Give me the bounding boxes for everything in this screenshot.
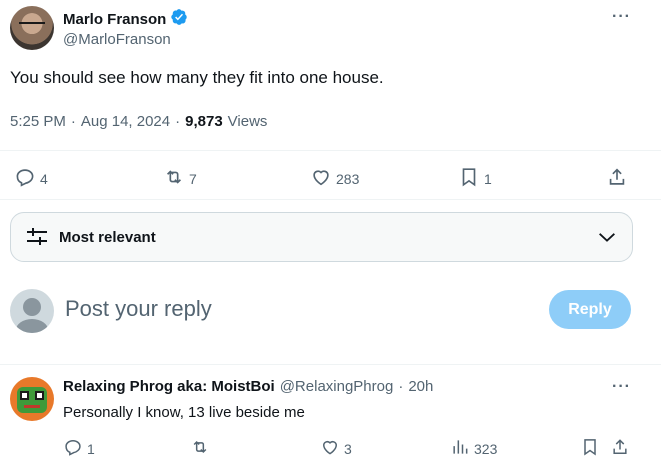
like-count: 283 — [336, 170, 360, 187]
reply-repost-action[interactable] — [190, 437, 214, 460]
reply-views-count: 323 — [474, 440, 498, 457]
reply-text: Personally I know, 13 live beside me — [63, 404, 305, 421]
meta-separator: · — [398, 378, 404, 395]
more-options-icon[interactable]: ··· — [612, 8, 631, 26]
bookmark-icon — [458, 166, 480, 191]
share-action[interactable] — [606, 166, 628, 191]
verified-badge-icon — [170, 8, 188, 31]
divider — [0, 150, 661, 151]
tweet-time[interactable]: 5:25 PM — [10, 113, 66, 130]
reply-button[interactable]: Reply — [549, 290, 631, 329]
sort-dropdown[interactable]: Most relevant — [10, 212, 633, 262]
reply-reply-action[interactable]: 1 — [63, 437, 95, 460]
repost-icon — [190, 437, 210, 460]
tweet-date[interactable]: Aug 14, 2024 — [81, 113, 170, 130]
tweet-text: You should see how many they fit into on… — [10, 68, 384, 87]
like-action[interactable]: 283 — [310, 166, 359, 191]
reply-like-count: 3 — [344, 440, 352, 457]
reply-views-action[interactable]: 323 — [450, 437, 497, 460]
bookmark-action[interactable]: 1 — [458, 166, 492, 191]
reply-header: Relaxing Phrog aka: MoistBoi @RelaxingPh… — [63, 378, 433, 395]
user-avatar — [10, 289, 54, 333]
avatar-glasses — [19, 22, 45, 29]
reply-age[interactable]: 20h — [408, 378, 433, 395]
author-handle[interactable]: @MarloFranson — [63, 31, 171, 48]
reply-icon — [63, 437, 83, 460]
author-name[interactable]: Marlo Franson — [63, 11, 166, 28]
bookmark-count: 1 — [484, 170, 492, 187]
reply-author-avatar[interactable] — [10, 377, 54, 421]
meta-separator: · — [70, 113, 76, 130]
reply-bookmark-action[interactable] — [580, 437, 600, 460]
meta-separator: · — [175, 113, 181, 130]
reply-action[interactable]: 4 — [14, 166, 48, 191]
sort-label: Most relevant — [59, 228, 156, 246]
author-avatar[interactable] — [10, 6, 54, 50]
divider — [0, 364, 661, 365]
sliders-icon — [25, 226, 49, 248]
heart-icon — [310, 166, 332, 191]
reply-input[interactable]: Post your reply — [65, 296, 212, 322]
repost-icon — [163, 166, 185, 191]
reply-more-options-icon[interactable]: ··· — [612, 378, 631, 396]
chevron-down-icon — [596, 226, 618, 248]
reply-author-name[interactable]: Relaxing Phrog aka: MoistBoi — [63, 378, 275, 395]
repost-count: 7 — [189, 170, 197, 187]
tweet-meta: 5:25 PM · Aug 14, 2024 · 9,873 Views — [10, 113, 267, 130]
bar-chart-icon — [450, 437, 470, 460]
divider — [0, 199, 661, 200]
reply-count: 4 — [40, 170, 48, 187]
author-name-row: Marlo Franson — [63, 8, 188, 31]
bookmark-icon — [580, 437, 600, 460]
share-icon — [610, 437, 630, 460]
reply-share-action[interactable] — [610, 437, 630, 460]
reply-reply-count: 1 — [87, 440, 95, 457]
reply-like-action[interactable]: 3 — [320, 437, 352, 460]
views-count: 9,873 — [185, 113, 223, 130]
reply-icon — [14, 166, 36, 191]
repost-action[interactable]: 7 — [163, 166, 197, 191]
reply-author-handle[interactable]: @RelaxingPhrog — [280, 378, 394, 395]
share-icon — [606, 166, 628, 191]
heart-icon — [320, 437, 340, 460]
views-label: Views — [227, 113, 268, 130]
